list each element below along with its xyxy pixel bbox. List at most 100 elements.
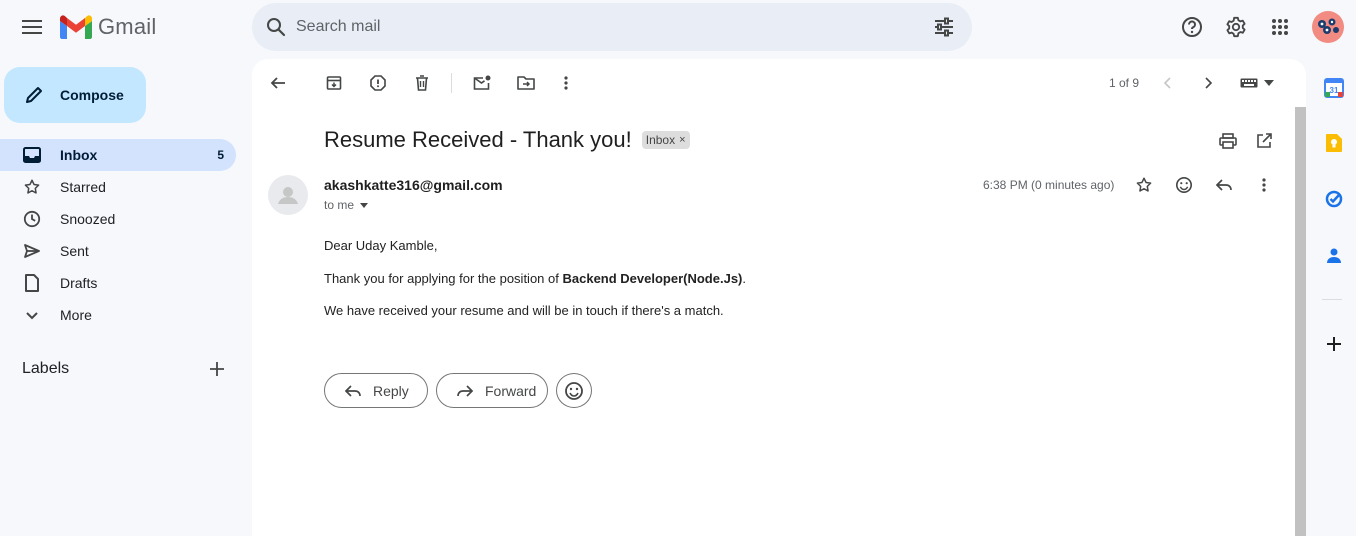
body-text: .: [742, 271, 747, 286]
recipient-text: to me: [324, 198, 355, 212]
keep-app-button[interactable]: [1316, 125, 1352, 161]
main-menu-button[interactable]: [12, 7, 52, 47]
menu-icon: [22, 20, 42, 34]
calendar-day: 31: [1330, 86, 1339, 95]
sidebar-item-label: More: [60, 307, 92, 323]
search-input[interactable]: [296, 18, 896, 36]
sidebar-item-label: Snoozed: [60, 211, 116, 227]
reply-icon: [343, 381, 363, 401]
scrollbar[interactable]: [1295, 107, 1306, 536]
search-options-icon[interactable]: [932, 15, 956, 39]
forward-label: Forward: [485, 382, 537, 399]
archive-icon: [326, 76, 342, 90]
emoji-icon: [1175, 176, 1193, 194]
clock-icon: [22, 209, 42, 229]
print-icon: [1219, 133, 1237, 149]
dropdown-arrow-icon: [360, 202, 369, 208]
mark-unread-icon: [473, 75, 491, 90]
gmail-logo[interactable]: Gmail: [60, 14, 156, 40]
support-button[interactable]: [1172, 7, 1212, 47]
sidebar-item-label: Sent: [60, 243, 89, 259]
search-bar[interactable]: [252, 3, 972, 51]
person-icon: [278, 187, 298, 204]
report-icon: [370, 75, 386, 91]
back-button[interactable]: [258, 63, 298, 103]
report-spam-button[interactable]: [358, 63, 398, 103]
sidebar-item-inbox[interactable]: Inbox 5: [0, 139, 236, 171]
reply-label: Reply: [373, 382, 409, 399]
email-view: 1 of 9 Resume Received - Thank you! Inbo…: [252, 59, 1306, 536]
help-icon: [1182, 17, 1202, 37]
move-to-button[interactable]: [506, 63, 546, 103]
recipient-details[interactable]: to me: [324, 198, 369, 212]
account-avatar[interactable]: [1312, 11, 1344, 43]
inbox-unread-count: 5: [217, 148, 224, 162]
compose-button[interactable]: Compose: [4, 67, 146, 123]
delete-button[interactable]: [402, 63, 442, 103]
badge-text: Inbox: [645, 133, 676, 147]
chevron-left-icon: [1163, 77, 1171, 89]
contacts-app-button[interactable]: [1316, 237, 1352, 273]
compose-label: Compose: [60, 87, 124, 103]
plus-icon: [1327, 337, 1341, 351]
get-addons-button[interactable]: [1316, 326, 1352, 362]
archive-button[interactable]: [314, 63, 354, 103]
tasks-icon: [1325, 190, 1343, 208]
google-apps-button[interactable]: [1260, 7, 1300, 47]
email-subject-row: Resume Received - Thank you! Inbox ×: [324, 127, 690, 153]
chevron-right-icon: [1205, 77, 1213, 89]
sidebar-item-label: Drafts: [60, 275, 98, 291]
sidebar-item-snoozed[interactable]: Snoozed: [0, 203, 236, 235]
forward-button[interactable]: Forward: [436, 373, 548, 408]
calendar-icon: 31: [1324, 78, 1344, 98]
send-icon: [22, 241, 42, 261]
apps-grid-icon: [1272, 19, 1288, 35]
open-in-new-window-button[interactable]: [1244, 121, 1284, 161]
tasks-app-button[interactable]: [1316, 181, 1352, 217]
newer-email-button[interactable]: [1148, 63, 1188, 103]
pencil-icon: [22, 83, 46, 107]
search-icon[interactable]: [264, 15, 288, 39]
more-options-button[interactable]: [546, 63, 586, 103]
gmail-m-icon: [60, 15, 92, 39]
add-reaction-button[interactable]: [1164, 165, 1204, 205]
labels-section-header: Labels: [22, 358, 236, 380]
contacts-icon: [1327, 248, 1341, 263]
folder-move-icon: [517, 76, 535, 90]
print-all-button[interactable]: [1208, 121, 1248, 161]
sidebar-item-more[interactable]: More: [0, 299, 236, 331]
forward-icon: [455, 381, 475, 401]
remove-label-button[interactable]: ×: [679, 134, 685, 146]
sidebar-item-starred[interactable]: Starred: [0, 171, 236, 203]
reply-icon-button[interactable]: [1204, 165, 1244, 205]
app-name: Gmail: [98, 14, 157, 39]
sidebar-nav: Inbox 5 Starred Snoozed Sent Drafts More: [0, 139, 236, 331]
message-more-button[interactable]: [1244, 165, 1284, 205]
inbox-label-badge[interactable]: Inbox ×: [641, 131, 690, 149]
older-email-button[interactable]: [1188, 63, 1228, 103]
draft-icon: [22, 273, 42, 293]
sidebar-item-drafts[interactable]: Drafts: [0, 267, 236, 299]
mark-unread-button[interactable]: [462, 63, 502, 103]
trash-icon: [416, 75, 428, 91]
add-label-button[interactable]: [206, 358, 228, 380]
more-vert-icon: [1262, 178, 1266, 192]
gear-icon: [1226, 16, 1246, 38]
settings-button[interactable]: [1216, 7, 1256, 47]
calendar-app-button[interactable]: 31: [1316, 70, 1352, 106]
sender-email[interactable]: akashkatte316@gmail.com: [324, 177, 503, 193]
email-toolbar: 1 of 9: [252, 59, 1306, 107]
avatar-pattern-icon: [1318, 18, 1339, 34]
emoji-reaction-button[interactable]: [556, 373, 592, 408]
star-email-button[interactable]: [1124, 165, 1164, 205]
body-text: Thank you for applying for the position …: [324, 271, 563, 286]
email-body-line1: Thank you for applying for the position …: [324, 271, 746, 286]
toolbar-divider: [451, 73, 452, 93]
labels-title: Labels: [22, 360, 70, 377]
sidebar-item-sent[interactable]: Sent: [0, 235, 236, 267]
reply-button[interactable]: Reply: [324, 373, 428, 408]
input-tools-button[interactable]: [1230, 63, 1284, 103]
more-vert-icon: [564, 76, 568, 90]
email-greeting: Dear Uday Kamble,: [324, 238, 438, 253]
sender-avatar[interactable]: [268, 175, 308, 215]
